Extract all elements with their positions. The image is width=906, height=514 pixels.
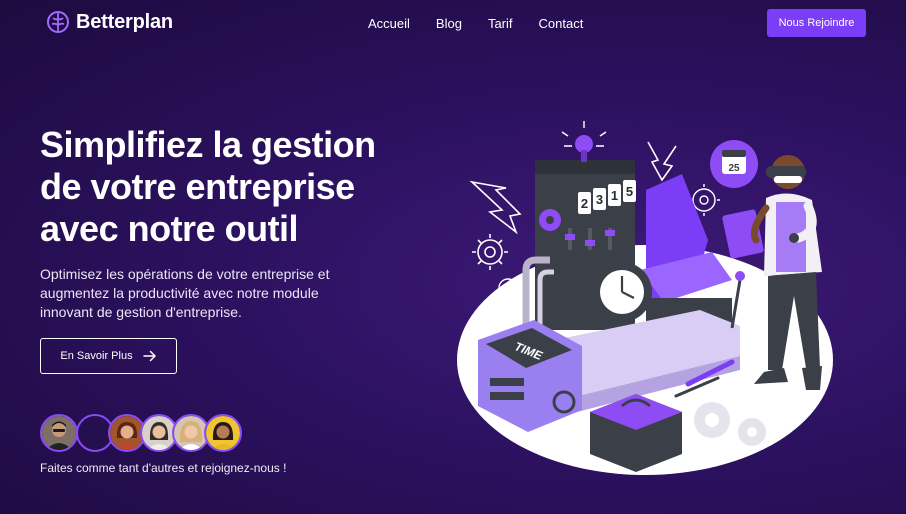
hero-title: Simplifiez la gestion de votre entrepris… — [40, 124, 420, 250]
hero-illustration: 2 3 1 5 TIME 25 — [457, 121, 833, 475]
main-menu: Accueil Blog Tarif Contact — [368, 16, 583, 31]
calendar-day: 25 — [728, 163, 740, 174]
gear-icon — [472, 234, 508, 270]
counter-digit: 5 — [626, 184, 633, 199]
avatar — [40, 414, 78, 452]
hero-subtitle-line-3: innovant de gestion d'entreprise. — [40, 304, 242, 320]
gear-icon — [539, 209, 561, 231]
nav-link-blog[interactable]: Blog — [436, 16, 462, 31]
nav-link-contact[interactable]: Contact — [539, 16, 584, 31]
nav-link-accueil[interactable]: Accueil — [368, 16, 410, 31]
hero-subtitle-line-2: augmentez la productivité avec notre mod… — [40, 285, 319, 301]
hero-subtitle: Optimisez les opérations de votre entrep… — [40, 265, 360, 322]
brand-name: Betterplan — [76, 10, 173, 33]
brand-logo[interactable]: Betterplan — [46, 10, 173, 34]
hero-title-line-1: Simplifiez la gestion — [40, 124, 376, 165]
avatar — [204, 414, 242, 452]
hero-subtitle-line-1: Optimisez les opérations de votre entrep… — [40, 266, 330, 282]
learn-more-label: En Savoir Plus — [60, 350, 133, 362]
counter-digit: 2 — [581, 196, 588, 211]
arrow-right-icon — [142, 350, 156, 362]
join-button[interactable]: Nous Rejoindre — [767, 9, 866, 37]
nav-link-tarif[interactable]: Tarif — [488, 16, 513, 31]
user-avatars — [40, 414, 260, 456]
lightning-icon — [647, 141, 677, 182]
hero-title-line-2: de votre entreprise — [40, 166, 355, 207]
counter-digit: 3 — [596, 192, 603, 207]
brain-icon — [47, 11, 69, 33]
learn-more-button[interactable]: En Savoir Plus — [40, 338, 177, 374]
top-navbar: Betterplan Accueil Blog Tarif Contact No… — [0, 0, 906, 46]
counter-digit: 1 — [611, 188, 618, 203]
hero-title-line-3: avec notre outil — [40, 208, 299, 249]
community-caption: Faites comme tant d'autres et rejoignez-… — [40, 461, 287, 475]
lightning-icon — [469, 180, 522, 235]
